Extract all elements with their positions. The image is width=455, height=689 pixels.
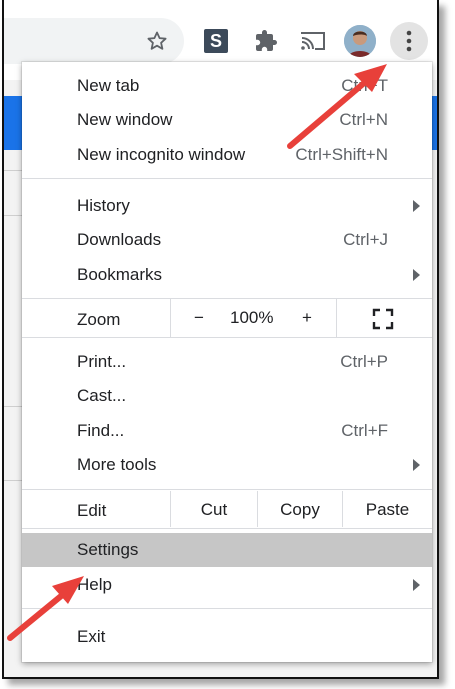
- menu-item-label: Settings: [77, 540, 139, 559]
- menu-separator: [22, 528, 432, 529]
- menu-item-label: Bookmarks: [77, 265, 163, 284]
- menu-item-more-tools[interactable]: More tools: [22, 448, 432, 482]
- menu-item-exit[interactable]: Exit: [22, 620, 432, 654]
- menu-item-find[interactable]: Find... Ctrl+F: [22, 414, 432, 448]
- edit-label: Edit: [77, 501, 107, 520]
- zoom-in-button[interactable]: +: [302, 308, 312, 328]
- menu-separator: [22, 178, 432, 179]
- menu-item-label: History: [77, 196, 130, 215]
- menu-item-label: Print...: [77, 352, 127, 371]
- menu-item-shortcut: Ctrl+N: [339, 110, 388, 129]
- divider: [170, 299, 171, 337]
- zoom-row: Zoom − 100% +: [22, 299, 432, 337]
- menu-separator: [22, 608, 432, 609]
- menu-item-label: Help: [77, 575, 112, 594]
- zoom-level: 100%: [230, 308, 274, 327]
- browser-window: S New tab Ctrl+T New window Ctrl+N New i…: [2, 0, 439, 679]
- fullscreen-icon[interactable]: [372, 308, 394, 335]
- menu-item-label: Cast...: [77, 386, 127, 405]
- star-icon[interactable]: [142, 26, 172, 56]
- submenu-arrow-icon: [413, 269, 420, 281]
- menu-item-label: New incognito window: [77, 145, 246, 164]
- menu-item-label: New tab: [77, 76, 140, 95]
- menu-item-label: Exit: [77, 627, 106, 646]
- copy-button[interactable]: Copy: [258, 500, 342, 520]
- menu-item-new-tab[interactable]: New tab Ctrl+T: [22, 69, 432, 103]
- background-divider: [4, 480, 22, 481]
- paste-button[interactable]: Paste: [343, 500, 432, 520]
- menu-item-label: More tools: [77, 455, 157, 474]
- background-divider: [4, 170, 22, 171]
- menu-item-print[interactable]: Print... Ctrl+P: [22, 345, 432, 379]
- puzzle-icon[interactable]: [252, 27, 280, 55]
- avatar[interactable]: [344, 25, 376, 57]
- menu-separator: [22, 337, 432, 338]
- extension-s-icon[interactable]: S: [204, 29, 228, 53]
- background-divider: [4, 406, 22, 407]
- submenu-arrow-icon: [413, 459, 420, 471]
- chrome-main-menu: New tab Ctrl+T New window Ctrl+N New inc…: [22, 62, 432, 662]
- divider: [336, 299, 337, 337]
- menu-item-new-window[interactable]: New window Ctrl+N: [22, 103, 432, 137]
- menu-item-shortcut: Ctrl+J: [343, 230, 388, 249]
- menu-item-settings[interactable]: Settings: [22, 533, 432, 567]
- menu-item-shortcut: Ctrl+P: [340, 352, 388, 371]
- menu-item-shortcut: Ctrl+T: [341, 76, 388, 95]
- menu-separator: [22, 489, 432, 490]
- edit-row: Edit Cut Copy Paste: [22, 491, 432, 527]
- zoom-out-button[interactable]: −: [192, 308, 206, 328]
- menu-item-label: New window: [77, 110, 173, 129]
- cut-button[interactable]: Cut: [171, 500, 257, 520]
- menu-item-cast[interactable]: Cast...: [22, 379, 432, 413]
- submenu-arrow-icon: [413, 579, 420, 591]
- menu-item-new-incognito-window[interactable]: New incognito window Ctrl+Shift+N: [22, 138, 432, 172]
- menu-item-shortcut: Ctrl+F: [341, 421, 388, 440]
- menu-item-downloads[interactable]: Downloads Ctrl+J: [22, 223, 432, 257]
- menu-item-help[interactable]: Help: [22, 568, 432, 602]
- menu-item-bookmarks[interactable]: Bookmarks: [22, 258, 432, 292]
- background-divider: [4, 215, 22, 216]
- menu-item-label: Downloads: [77, 230, 162, 249]
- zoom-label: Zoom: [77, 310, 121, 329]
- cast-icon[interactable]: [298, 27, 328, 55]
- menu-item-label: Find...: [77, 421, 125, 440]
- submenu-arrow-icon: [413, 200, 420, 212]
- kebab-menu-icon[interactable]: [390, 22, 428, 60]
- menu-item-history[interactable]: History: [22, 189, 432, 223]
- menu-item-shortcut: Ctrl+Shift+N: [295, 145, 388, 164]
